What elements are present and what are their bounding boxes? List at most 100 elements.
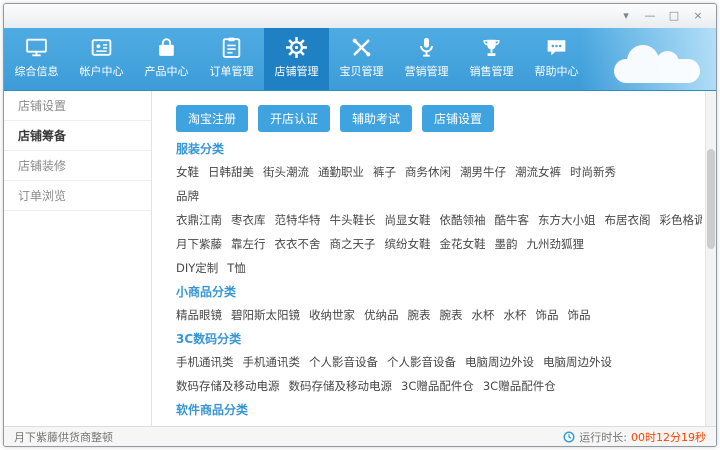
category-row: 精品眼镜碧阳斯太阳镜收纳世家优纳品腕表腕表水杯水杯饰品饰品	[176, 307, 702, 322]
category-link[interactable]: 碧阳斯太阳镜	[231, 308, 300, 322]
category-link[interactable]: 靠左行	[231, 237, 266, 251]
category-link[interactable]: 酷牛客	[495, 213, 530, 227]
toolbar-button-shop-settings[interactable]: 店铺设置	[422, 105, 494, 132]
category-link[interactable]: 潮流女裤	[515, 165, 561, 179]
category-link[interactable]: 衣衣不舍	[275, 237, 321, 251]
close-button[interactable]: ×	[686, 7, 710, 25]
nav-item-help-center[interactable]: 帮助中心	[524, 28, 589, 90]
monitor-icon	[24, 35, 49, 60]
bag-icon	[154, 35, 179, 60]
category-link[interactable]: 品牌	[176, 189, 199, 203]
category-link[interactable]: 女鞋	[176, 165, 199, 179]
category-link[interactable]: 数码存储及移动电源	[289, 379, 393, 393]
category-link[interactable]: 水杯	[504, 308, 527, 322]
category-link[interactable]: 九州劲狐狸	[527, 237, 585, 251]
category-link[interactable]: 范特华特	[275, 213, 321, 227]
sky-decoration	[581, 28, 716, 90]
maximize-button[interactable]: □	[662, 7, 686, 25]
category-link[interactable]: 裤子	[373, 165, 396, 179]
category-link[interactable]: 水杯	[472, 308, 495, 322]
category-link[interactable]: 饰品	[536, 308, 559, 322]
category-link[interactable]: 数码存储及移动电源	[176, 379, 280, 393]
nav-item-sales-management[interactable]: 销售管理	[459, 28, 524, 90]
category-link[interactable]: 腕表	[440, 308, 463, 322]
toolbar-button-shop-certification[interactable]: 开店认证	[258, 105, 330, 132]
nav-item-account-center[interactable]: 帐户中心	[69, 28, 134, 90]
category-link[interactable]: 电脑周边外设	[465, 355, 534, 369]
minimize-button[interactable]: —	[638, 7, 662, 25]
toolbar-button-taobao-register[interactable]: 淘宝注册	[176, 105, 248, 132]
category-link[interactable]: T恤	[227, 261, 246, 275]
category-link[interactable]: 手机通讯类	[243, 355, 301, 369]
category-link[interactable]: 腕表	[408, 308, 431, 322]
dropdown-button[interactable]: ▾	[614, 7, 638, 25]
category-row: 品牌	[176, 188, 702, 203]
category-link[interactable]: 尚显女鞋	[385, 213, 431, 227]
clock-icon	[563, 431, 575, 443]
nav-item-label: 营销管理	[405, 63, 449, 79]
sidebar: 店铺设置店铺筹备店铺装修订单浏览	[4, 91, 152, 426]
category-link[interactable]: 依酷领袖	[440, 213, 486, 227]
nav-item-comprehensive-info[interactable]: 综合信息	[4, 28, 69, 90]
category-link[interactable]: 东方大小姐	[538, 213, 596, 227]
category-link[interactable]: 个人影音设备	[387, 355, 456, 369]
category-link[interactable]: 月下紫藤	[176, 237, 222, 251]
category-link[interactable]: 街头潮流	[263, 165, 309, 179]
category-link[interactable]: 3C赠品配件仓	[483, 379, 556, 393]
category-link[interactable]: 个人影音设备	[309, 355, 378, 369]
nav-item-item-management[interactable]: 宝贝管理	[329, 28, 394, 90]
content-scrollbar[interactable]	[705, 91, 716, 426]
sidebar-item-shop-decoration[interactable]: 店铺装修	[4, 151, 151, 181]
category-link[interactable]: 精品眼镜	[176, 308, 222, 322]
category-link[interactable]: 商之天子	[330, 237, 376, 251]
nav-item-order-management[interactable]: 订单管理	[199, 28, 264, 90]
nav-item-marketing-management[interactable]: 营销管理	[394, 28, 459, 90]
category-link[interactable]: 布居衣阁	[605, 213, 651, 227]
category-row: 手机通讯类手机通讯类个人影音设备个人影音设备电脑周边外设电脑周边外设	[176, 354, 702, 369]
nav-item-label: 产品中心	[145, 63, 189, 79]
category-link[interactable]: 枣衣库	[231, 213, 266, 227]
category-link[interactable]: 商务休闲	[405, 165, 451, 179]
category-link[interactable]: 通勤职业	[318, 165, 364, 179]
tools-icon	[349, 35, 374, 60]
category-row: 女鞋日韩甜美街头潮流通勤职业裤子商务休闲潮男牛仔潮流女裤时尚新秀	[176, 164, 702, 179]
category-link[interactable]: 缤纷女鞋	[385, 237, 431, 251]
category-link[interactable]: DIY定制	[176, 261, 218, 275]
category-link[interactable]: 日韩甜美	[208, 165, 254, 179]
section-title-software: 软件商品分类	[176, 403, 702, 417]
category-row: 数码存储及移动电源数码存储及移动电源 3C赠品配件仓 3C赠品配件仓	[176, 378, 702, 393]
scrollbar-thumb[interactable]	[707, 149, 715, 249]
sidebar-item-shop-preparation[interactable]: 店铺筹备	[4, 121, 151, 151]
category-link[interactable]: 手机通讯类	[176, 355, 234, 369]
category-link[interactable]: 3C赠品配件仓	[401, 379, 474, 393]
titlebar: ▾ — □ ×	[4, 4, 716, 28]
category-link[interactable]: 优纳品	[364, 308, 399, 322]
toolbar-button-assist-exam[interactable]: 辅助考试	[340, 105, 412, 132]
category-link[interactable]: 牛头鞋长	[330, 213, 376, 227]
category-link[interactable]: 收纳世家	[309, 308, 355, 322]
status-message: 月下紫藤供货商整顿	[14, 429, 113, 445]
category-link[interactable]: 时尚新秀	[570, 165, 616, 179]
nav-item-product-center[interactable]: 产品中心	[134, 28, 199, 90]
action-toolbar: 淘宝注册开店认证辅助考试店铺设置	[176, 105, 702, 132]
nav-item-label: 帐户中心	[80, 63, 124, 79]
trophy-icon	[479, 35, 504, 60]
microphone-icon	[414, 35, 439, 60]
category-link[interactable]: 衣鼎江南	[176, 213, 222, 227]
category-link[interactable]: 墨韵	[495, 237, 518, 251]
nav-item-shop-management[interactable]: 店铺管理	[264, 28, 329, 90]
section-title-clothing: 服装分类	[176, 142, 702, 156]
app-window: ▾ — □ × 综合信息帐户中心 产品中心 订单管理店铺管理宝贝管理营销管理销售管理…	[3, 3, 717, 447]
category-link[interactable]: 彩色格调	[660, 213, 703, 227]
sidebar-item-order-browse[interactable]: 订单浏览	[4, 181, 151, 211]
sidebar-item-shop-settings[interactable]: 店铺设置	[4, 91, 151, 121]
category-row: 软件类软件类	[176, 425, 702, 426]
nav-item-label: 订单管理	[210, 63, 254, 79]
category-link[interactable]: 饰品	[568, 308, 591, 322]
category-link[interactable]: 潮男牛仔	[460, 165, 506, 179]
runtime-value: 00时12分19秒	[631, 429, 706, 445]
category-link[interactable]: 电脑周边外设	[543, 355, 612, 369]
chat-icon	[544, 35, 569, 60]
category-link[interactable]: 金花女鞋	[440, 237, 486, 251]
main-panel: 淘宝注册开店认证辅助考试店铺设置 服装分类女鞋日韩甜美街头潮流通勤职业裤子商务休…	[152, 91, 716, 426]
